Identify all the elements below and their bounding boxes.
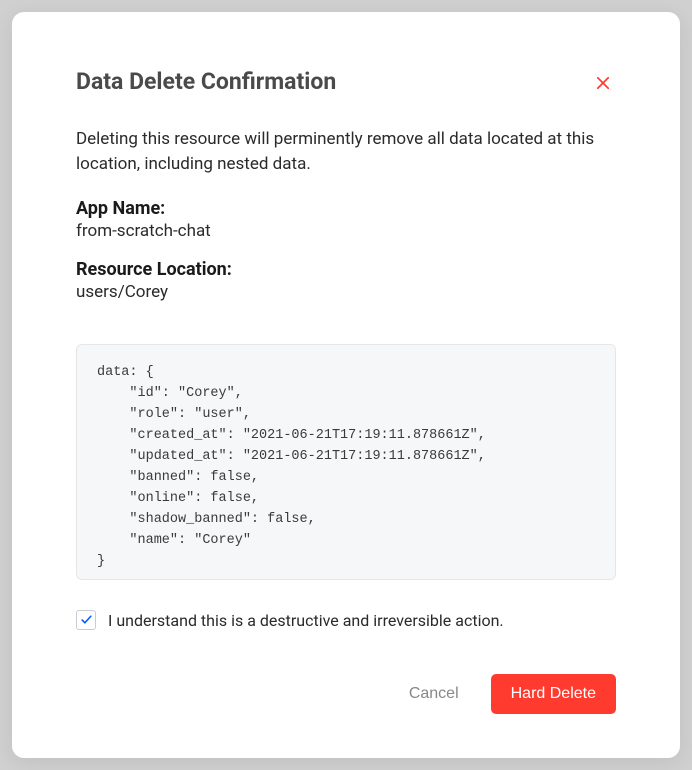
modal-actions: Cancel Hard Delete (76, 674, 616, 714)
confirm-row: I understand this is a destructive and i… (76, 610, 616, 630)
check-icon (80, 611, 93, 630)
cancel-button[interactable]: Cancel (401, 675, 467, 713)
resource-location-group: Resource Location: users/Corey (76, 259, 616, 302)
hard-delete-button[interactable]: Hard Delete (491, 674, 616, 714)
app-name-group: App Name: from-scratch-chat (76, 198, 616, 241)
app-name-label: App Name: (76, 198, 616, 219)
data-preview-code: data: { "id": "Corey", "role": "user", "… (76, 344, 616, 580)
resource-location-label: Resource Location: (76, 259, 616, 280)
modal-backdrop: Data Delete Confirmation Deleting this r… (0, 0, 692, 770)
resource-location-value: users/Corey (76, 282, 616, 302)
delete-confirmation-modal: Data Delete Confirmation Deleting this r… (12, 12, 680, 758)
modal-header: Data Delete Confirmation (76, 68, 616, 99)
modal-description: Deleting this resource will perminently … (76, 127, 616, 176)
close-button[interactable] (590, 70, 616, 99)
close-icon (594, 74, 612, 95)
confirm-text: I understand this is a destructive and i… (108, 611, 504, 630)
confirm-checkbox[interactable] (76, 610, 96, 630)
modal-title: Data Delete Confirmation (76, 68, 336, 95)
app-name-value: from-scratch-chat (76, 221, 616, 241)
